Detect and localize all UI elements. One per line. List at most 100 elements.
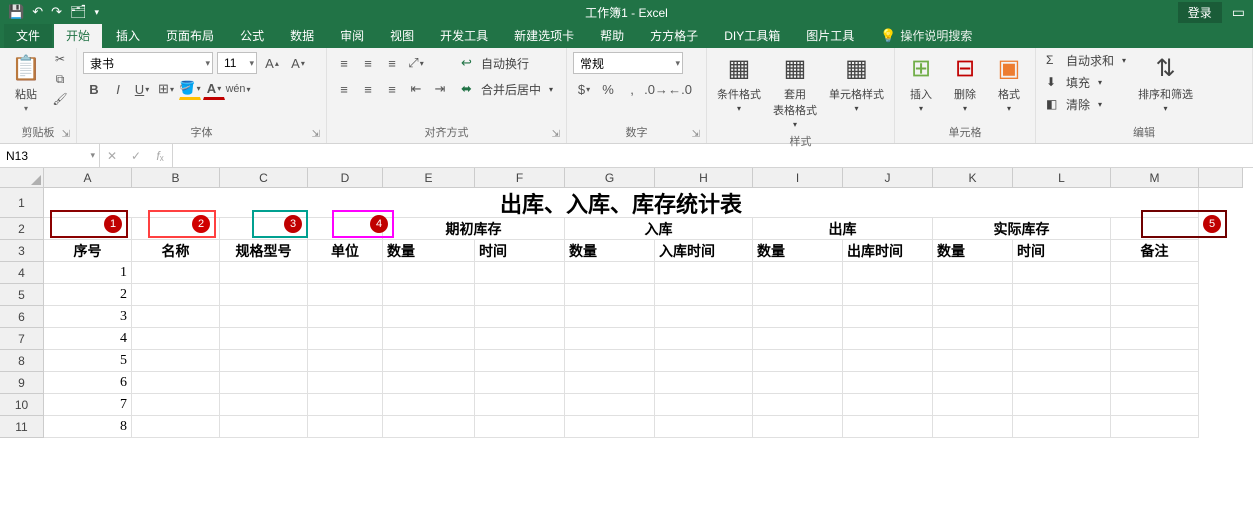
name-box[interactable]: N13▾ bbox=[0, 144, 100, 167]
cell[interactable] bbox=[1111, 394, 1199, 416]
undo-icon[interactable]: ↶ bbox=[32, 4, 43, 20]
cell[interactable]: 出库 bbox=[753, 218, 933, 240]
cell[interactable] bbox=[753, 416, 843, 438]
cell[interactable] bbox=[475, 394, 565, 416]
tab-layout[interactable]: 页面布局 bbox=[154, 23, 226, 48]
cell[interactable]: 序号 bbox=[44, 240, 132, 262]
decrease-font-icon[interactable]: A▾ bbox=[287, 52, 309, 74]
underline-button[interactable]: U▾ bbox=[131, 78, 153, 100]
font-name-combo[interactable]: 隶书▾ bbox=[83, 52, 213, 74]
cell[interactable] bbox=[383, 372, 475, 394]
cancel-formula-icon[interactable]: ✕ bbox=[100, 144, 124, 167]
cell[interactable]: 出库时间 bbox=[843, 240, 933, 262]
cell[interactable] bbox=[383, 350, 475, 372]
cell[interactable]: 备注 bbox=[1111, 240, 1199, 262]
cell[interactable] bbox=[383, 328, 475, 350]
cell[interactable] bbox=[565, 350, 655, 372]
cell[interactable]: 数量 bbox=[383, 240, 475, 262]
tab-diy[interactable]: DIY工具箱 bbox=[712, 23, 792, 48]
cell[interactable] bbox=[843, 350, 933, 372]
cell[interactable] bbox=[475, 372, 565, 394]
tab-developer[interactable]: 开发工具 bbox=[428, 23, 500, 48]
autosum-button[interactable]: Σ自动求和▾ bbox=[1042, 50, 1130, 70]
cell[interactable] bbox=[565, 328, 655, 350]
cell[interactable] bbox=[132, 350, 220, 372]
cell[interactable] bbox=[1013, 372, 1111, 394]
phonetic-button[interactable]: wén▾ bbox=[227, 78, 249, 100]
cells-area[interactable]: 出库、入库、库存统计表期初库存入库出库实际库存序号名称规格型号单位数量时间数量入… bbox=[44, 188, 1253, 438]
cell[interactable] bbox=[308, 328, 383, 350]
cell[interactable] bbox=[1013, 328, 1111, 350]
tab-insert[interactable]: 插入 bbox=[104, 23, 152, 48]
tab-view[interactable]: 视图 bbox=[378, 23, 426, 48]
cell[interactable]: 3 bbox=[44, 306, 132, 328]
font-size-combo[interactable]: 11▾ bbox=[217, 52, 257, 74]
cell[interactable] bbox=[1111, 262, 1199, 284]
cell[interactable] bbox=[475, 284, 565, 306]
increase-decimal-icon[interactable]: .0→ bbox=[645, 78, 667, 100]
cell[interactable] bbox=[843, 394, 933, 416]
redo-icon[interactable]: ↷ bbox=[51, 4, 62, 20]
cell[interactable] bbox=[843, 262, 933, 284]
cell[interactable]: 1 bbox=[44, 262, 132, 284]
cell[interactable] bbox=[220, 416, 308, 438]
cell[interactable] bbox=[132, 218, 220, 240]
col-header-K[interactable]: K bbox=[933, 168, 1013, 188]
cell[interactable] bbox=[1013, 306, 1111, 328]
dialog-launcher-icon[interactable]: ⇲ bbox=[692, 129, 700, 140]
cell[interactable] bbox=[132, 372, 220, 394]
enter-formula-icon[interactable]: ✓ bbox=[124, 144, 148, 167]
cell[interactable]: 6 bbox=[44, 372, 132, 394]
cell[interactable] bbox=[843, 372, 933, 394]
bold-button[interactable]: B bbox=[83, 78, 105, 100]
row-header-10[interactable]: 10 bbox=[0, 394, 44, 416]
cell[interactable]: 数量 bbox=[753, 240, 843, 262]
insert-function-icon[interactable]: fₓ bbox=[148, 144, 172, 167]
cell[interactable] bbox=[843, 284, 933, 306]
tab-formulas[interactable]: 公式 bbox=[228, 23, 276, 48]
comma-icon[interactable]: , bbox=[621, 78, 643, 100]
cell[interactable] bbox=[132, 416, 220, 438]
cell[interactable]: 期初库存 bbox=[383, 218, 565, 240]
cell[interactable] bbox=[44, 218, 132, 240]
format-as-table-button[interactable]: ▦套用 表格格式▾ bbox=[769, 50, 821, 131]
row-header-3[interactable]: 3 bbox=[0, 240, 44, 262]
cell[interactable] bbox=[1111, 350, 1199, 372]
ribbon-options-icon[interactable]: ▭ bbox=[1232, 4, 1245, 21]
clear-button[interactable]: ◧清除▾ bbox=[1042, 94, 1130, 114]
cell[interactable]: 名称 bbox=[132, 240, 220, 262]
cell[interactable] bbox=[308, 218, 383, 240]
decrease-decimal-icon[interactable]: ←.0 bbox=[669, 78, 691, 100]
tab-review[interactable]: 审阅 bbox=[328, 23, 376, 48]
cell[interactable] bbox=[565, 306, 655, 328]
indent-decrease-icon[interactable]: ⇤ bbox=[405, 78, 427, 100]
qat-icon[interactable]: 🗂 bbox=[70, 4, 87, 20]
cell[interactable] bbox=[1013, 350, 1111, 372]
cell[interactable] bbox=[565, 262, 655, 284]
row-header-2[interactable]: 2 bbox=[0, 218, 44, 240]
fill-button[interactable]: ⬇填充▾ bbox=[1042, 72, 1130, 92]
cell[interactable]: 数量 bbox=[933, 240, 1013, 262]
insert-cells-button[interactable]: ⊞插入▾ bbox=[901, 50, 941, 115]
tab-pictools[interactable]: 图片工具 bbox=[794, 23, 866, 48]
cell[interactable] bbox=[308, 284, 383, 306]
tab-fangfang[interactable]: 方方格子 bbox=[638, 23, 710, 48]
conditional-format-button[interactable]: ▦条件格式▾ bbox=[713, 50, 765, 115]
cell[interactable] bbox=[383, 394, 475, 416]
cell[interactable] bbox=[220, 350, 308, 372]
cell[interactable] bbox=[1013, 394, 1111, 416]
select-all-button[interactable] bbox=[0, 168, 44, 188]
cell[interactable] bbox=[843, 306, 933, 328]
font-color-button[interactable]: A▾ bbox=[203, 78, 225, 100]
currency-icon[interactable]: $▾ bbox=[573, 78, 595, 100]
cell[interactable] bbox=[753, 284, 843, 306]
cell[interactable] bbox=[565, 416, 655, 438]
cell[interactable]: 2 bbox=[44, 284, 132, 306]
row-header-8[interactable]: 8 bbox=[0, 350, 44, 372]
cell[interactable] bbox=[933, 350, 1013, 372]
cell[interactable] bbox=[308, 306, 383, 328]
cell[interactable]: 入库 bbox=[565, 218, 753, 240]
increase-font-icon[interactable]: A▴ bbox=[261, 52, 283, 74]
cell[interactable] bbox=[132, 262, 220, 284]
cell[interactable] bbox=[933, 262, 1013, 284]
